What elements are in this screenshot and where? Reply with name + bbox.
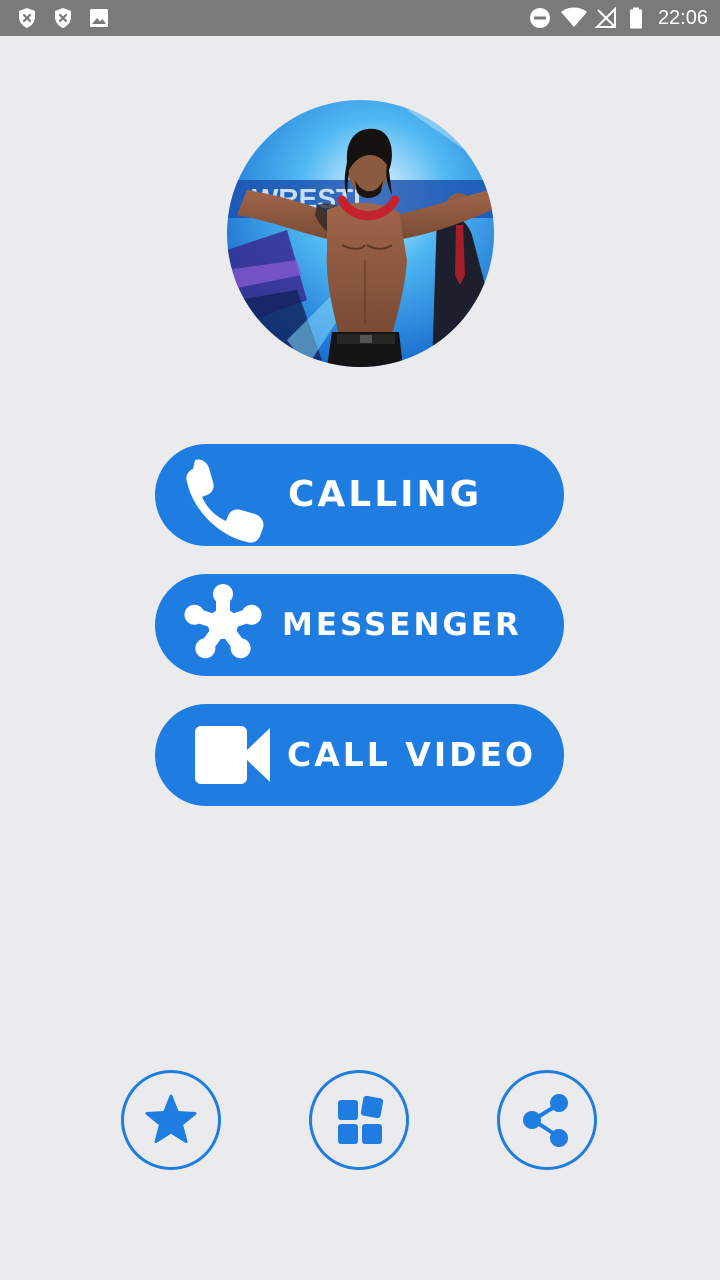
calling-button[interactable]: CALLING [155, 444, 564, 546]
do-not-disturb-icon [530, 8, 550, 28]
messenger-button[interactable]: MESSENGER [155, 574, 564, 676]
messenger-asterisk-icon [184, 584, 262, 659]
more-apps-button[interactable] [309, 1070, 409, 1170]
phone-icon [186, 459, 264, 543]
share-button[interactable] [497, 1070, 597, 1170]
video-camera-icon [195, 726, 270, 784]
call-video-label: CALL VIDEO [287, 735, 537, 774]
rate-button[interactable] [121, 1070, 221, 1170]
call-video-button[interactable]: CALL VIDEO [155, 704, 564, 806]
grid-icon [338, 1095, 384, 1144]
no-signal-icon [594, 6, 616, 28]
status-bar: 22:06 [0, 0, 720, 36]
status-time: 22:06 [657, 7, 708, 29]
messenger-label: MESSENGER [282, 607, 522, 643]
shield-x-icon [55, 8, 71, 28]
share-icon [523, 1094, 568, 1147]
shield-x-icon [19, 8, 35, 28]
battery-icon [630, 7, 642, 29]
calling-label: CALLING [288, 474, 483, 515]
profile-avatar: WRESTL [227, 100, 494, 367]
star-icon [145, 1094, 197, 1143]
wifi-icon [561, 7, 587, 27]
wrestler-photo-image: WRESTL [227, 100, 494, 367]
image-icon [90, 9, 108, 27]
